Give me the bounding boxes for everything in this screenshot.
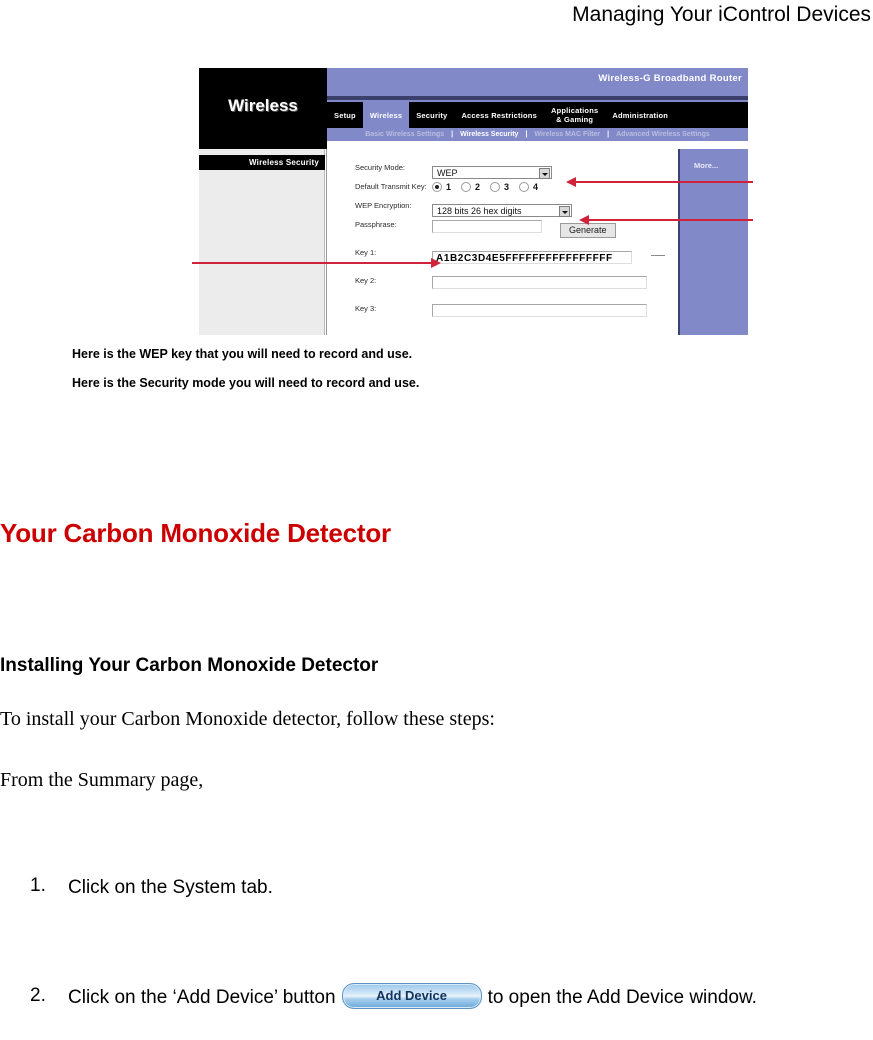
router-sidebar: Wireless Security — [199, 149, 325, 335]
arrowhead-left-icon — [566, 177, 576, 187]
step-2-text-before: Click on the ‘Add Device’ button — [68, 987, 336, 1009]
passphrase-input[interactable] — [432, 220, 542, 233]
router-tab-administration[interactable]: Administration — [605, 111, 675, 120]
default-transmit-key-label: Default Transmit Key: — [355, 182, 427, 191]
key-3-label: Key 3: — [355, 304, 377, 313]
radio-key-1-label: 1 — [446, 182, 452, 192]
router-sidebar-title: Wireless Security — [199, 155, 325, 170]
router-subnav-wireless-security[interactable]: Wireless Security — [455, 131, 523, 138]
passphrase-field: Generate — [432, 220, 679, 238]
radio-key-3[interactable] — [490, 182, 501, 192]
paragraph-install-intro: To install your Carbon Monoxide detector… — [0, 708, 495, 730]
step-1-number: 1. — [30, 875, 46, 896]
wep-encryption-select[interactable]: 128 bits 26 hex digits — [432, 204, 572, 217]
arrowhead-left-icon — [579, 215, 589, 225]
caption-security-mode: Here is the Security mode you will need … — [72, 376, 420, 390]
caption-wep-key: Here is the WEP key that you will need t… — [72, 347, 413, 361]
list-item-step-2: 2. Click on the ‘Add Device’ button Add D… — [30, 983, 873, 1011]
radio-key-4[interactable] — [519, 182, 530, 192]
router-brand-block: Wireless — [199, 68, 327, 149]
chevron-down-icon[interactable] — [559, 206, 570, 217]
router-nav-band — [327, 93, 748, 102]
form-row-default-transmit-key: Default Transmit Key: 1 2 3 4 — [327, 182, 679, 192]
router-page-body: Wireless Security Security Mode: WEP Def… — [199, 149, 748, 335]
router-brand-label: Wireless — [228, 96, 298, 115]
paragraph-summary-page: From the Summary page, — [0, 769, 204, 791]
router-subnav-underline — [327, 141, 748, 144]
radio-key-2-label: 2 — [475, 182, 481, 192]
security-mode-select[interactable]: WEP — [432, 166, 552, 179]
router-tab-wireless[interactable]: Wireless — [362, 102, 410, 128]
security-mode-field: WEP — [432, 163, 679, 181]
radio-key-1[interactable] — [432, 182, 442, 192]
key-2-input[interactable] — [432, 276, 647, 289]
form-row-key-2: Key 2: — [327, 276, 679, 294]
router-admin-screenshot: Wireless-G Broadband Router Wireless Set… — [199, 68, 748, 335]
key-2-label: Key 2: — [355, 276, 377, 285]
page-header-title: Managing Your iControl Devices — [572, 3, 871, 26]
key-1-input[interactable]: A1B2C3D4E5FFFFFFFFFFFFFFFF — [432, 251, 632, 264]
wep-encryption-value: 128 bits 26 hex digits — [437, 206, 522, 216]
security-mode-value: WEP — [437, 168, 458, 178]
section-title: Your Carbon Monoxide Detector — [0, 518, 391, 548]
router-settings-form: Security Mode: WEP Default Transmit Key:… — [326, 149, 678, 335]
step-1-text: Click on the System tab. — [68, 877, 273, 898]
key-3-input[interactable] — [432, 304, 647, 317]
router-tab-setup[interactable]: Setup — [327, 111, 363, 120]
list-item-step-1: 1. Click on the System tab. — [30, 875, 630, 900]
arrowhead-right-icon — [431, 258, 441, 268]
step-2-number: 2. — [30, 985, 46, 1006]
router-subnav-wireless-mac-filter[interactable]: Wireless MAC Filter — [529, 131, 605, 138]
page-header: Managing Your iControl Devices — [0, 0, 873, 34]
router-tab-security[interactable]: Security — [409, 111, 454, 120]
form-row-passphrase: Passphrase: Generate — [327, 220, 679, 238]
wep-encryption-field: 128 bits 26 hex digits — [432, 201, 679, 219]
wep-encryption-label: WEP Encryption: — [355, 201, 412, 210]
annotation-arrow-wep-key — [192, 258, 441, 268]
router-model-name: Wireless-G Broadband Router — [598, 73, 742, 84]
router-subnav-advanced-wireless-settings[interactable]: Advanced Wireless Settings — [611, 131, 715, 138]
key-3-field — [432, 304, 679, 322]
step-2-text-after: to open the Add Device window. — [487, 987, 757, 1009]
key-1-label: Key 1: — [355, 248, 377, 257]
default-transmit-key-field: 1 2 3 4 — [432, 182, 679, 192]
add-device-button[interactable]: Add Device — [341, 983, 482, 1009]
form-row-security-mode: Security Mode: WEP — [327, 163, 679, 181]
key-1-field: A1B2C3D4E5FFFFFFFFFFFFFFFF — [432, 248, 679, 266]
router-tab-applications-gaming[interactable]: Applications & Gaming — [544, 106, 605, 124]
form-row-key-3: Key 3: — [327, 304, 679, 322]
key-2-field — [432, 276, 679, 294]
chevron-down-icon[interactable] — [539, 168, 550, 179]
default-transmit-key-radio-group: 1 2 3 4 — [432, 182, 679, 192]
subsection-title: Installing Your Carbon Monoxide Detector — [0, 655, 379, 676]
key-1-divider — [651, 255, 665, 256]
router-subnav-basic-wireless-settings[interactable]: Basic Wireless Settings — [360, 131, 449, 138]
annotation-arrow-security-mode — [566, 177, 753, 187]
router-tab-access-restrictions[interactable]: Access Restrictions — [454, 111, 544, 120]
form-row-wep-encryption: WEP Encryption: 128 bits 26 hex digits — [327, 201, 679, 219]
annotation-arrow-wep-encryption — [579, 215, 753, 225]
router-help-panel: More... — [678, 149, 748, 335]
router-tab-bar: Setup Wireless Security Access Restricti… — [327, 102, 748, 128]
router-nav-band-inner — [327, 96, 748, 100]
step-2-text: Click on the ‘Add Device’ button Add Devi… — [68, 983, 873, 1011]
generate-button[interactable]: Generate — [560, 223, 616, 238]
more-link[interactable]: More... — [694, 161, 718, 170]
radio-key-4-label: 4 — [533, 182, 539, 192]
radio-key-3-label: 3 — [504, 182, 510, 192]
passphrase-label: Passphrase: — [355, 220, 397, 229]
radio-key-2[interactable] — [461, 182, 472, 192]
router-subnav-bar: Basic Wireless Settings | Wireless Secur… — [327, 128, 748, 141]
security-mode-label: Security Mode: — [355, 163, 406, 172]
